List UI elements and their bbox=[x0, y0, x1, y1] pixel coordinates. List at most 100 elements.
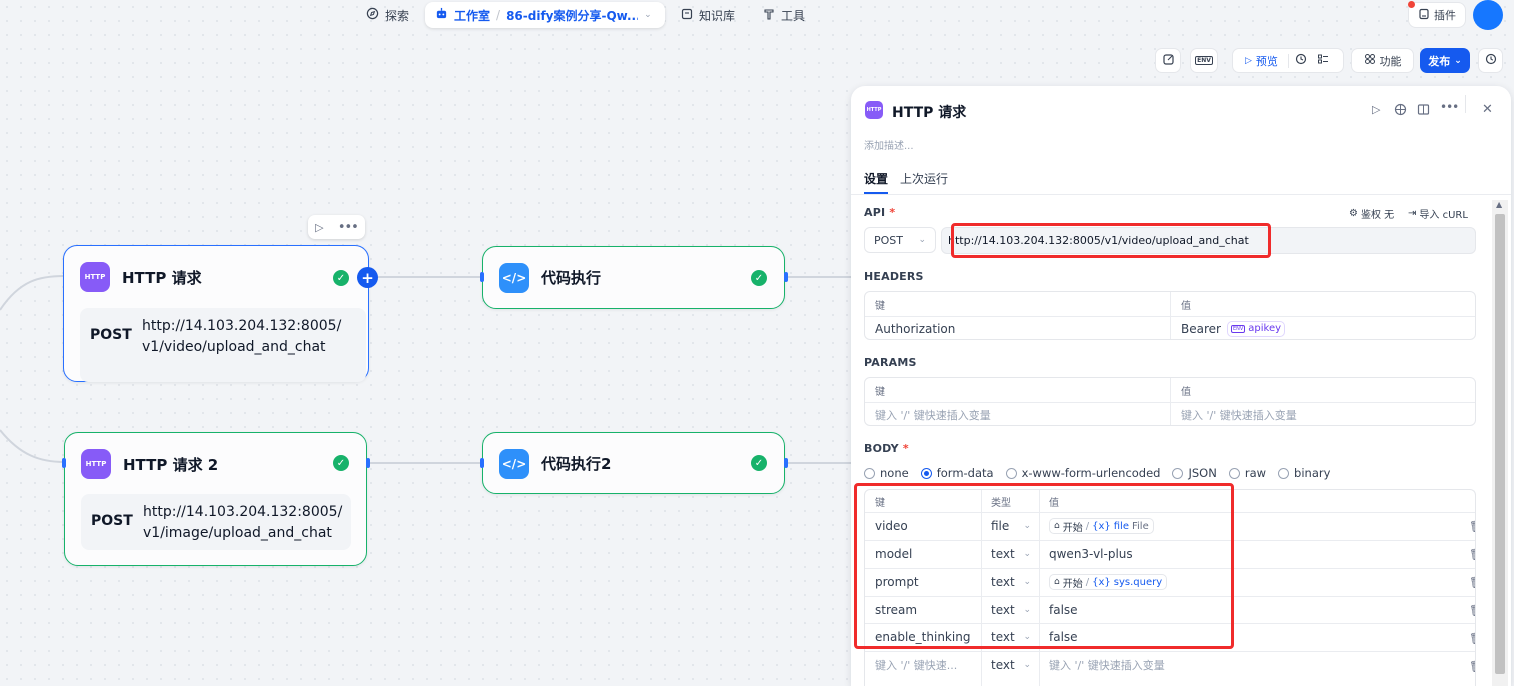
features-button[interactable]: 功能 bbox=[1351, 48, 1414, 73]
http-icon: HTTP bbox=[865, 101, 883, 119]
history-run-icon[interactable] bbox=[1295, 53, 1307, 68]
node-hover-toolbar: ▷ ••• bbox=[308, 215, 365, 239]
scroll-up-icon[interactable]: ▲ bbox=[1496, 200, 1502, 209]
grid-icon bbox=[1364, 53, 1376, 68]
radio-json[interactable]: JSON bbox=[1172, 466, 1217, 480]
tab-settings[interactable]: 设置 bbox=[864, 170, 888, 187]
node-output-handle[interactable] bbox=[784, 272, 788, 282]
success-check-icon: ✓ bbox=[333, 270, 349, 286]
node-url-box: POST http://14.103.204.132:8005/ v1/vide… bbox=[80, 308, 366, 382]
list-icon[interactable] bbox=[1317, 53, 1329, 68]
divider bbox=[1287, 53, 1289, 68]
param-key-input[interactable]: 键入 '/' 键快速插入变量 bbox=[865, 402, 1171, 425]
avatar[interactable] bbox=[1473, 0, 1503, 30]
radio-x-www-form-urlencoded[interactable]: x-www-form-urlencoded bbox=[1005, 466, 1160, 480]
trash-icon[interactable]: 🗑 bbox=[1469, 548, 1475, 561]
panel-title[interactable]: HTTP 请求 bbox=[892, 102, 966, 122]
trash-icon[interactable]: 🗑 bbox=[1469, 604, 1475, 617]
headers-table: 键 值 Authorization Bearer ENV apikey bbox=[864, 291, 1476, 340]
header-key[interactable]: Authorization bbox=[865, 316, 1171, 339]
body-type-select[interactable]: text ⌄ bbox=[981, 651, 1039, 679]
crosshair-icon[interactable] bbox=[1394, 103, 1407, 119]
highlight-box-body bbox=[854, 483, 1234, 649]
radio-none[interactable]: none bbox=[864, 466, 909, 480]
node-title: HTTP 请求 bbox=[122, 269, 202, 287]
run-node-icon[interactable]: ▷ bbox=[315, 221, 323, 234]
run-icon[interactable]: ▷ bbox=[1372, 103, 1380, 116]
node-code[interactable]: </> 代码执行 ✓ bbox=[482, 246, 785, 309]
node-input-handle[interactable] bbox=[480, 272, 484, 282]
node-url: http://14.103.204.132:8005/ v1/image/upl… bbox=[143, 504, 343, 541]
code-icon: </> bbox=[499, 263, 529, 293]
tabs-divider bbox=[851, 194, 1511, 195]
node-title: HTTP 请求 2 bbox=[123, 456, 219, 474]
api-label: API * bbox=[864, 206, 896, 219]
param-value-input[interactable]: 键入 '/' 键快速插入变量 bbox=[1171, 402, 1475, 425]
scrollbar-thumb[interactable] bbox=[1495, 214, 1505, 674]
history-icon bbox=[1485, 53, 1497, 68]
highlight-box-url bbox=[951, 223, 1271, 258]
node-title: 代码执行2 bbox=[541, 455, 612, 473]
scrollbar-track[interactable]: ▲ bbox=[1492, 200, 1508, 686]
success-check-icon: ✓ bbox=[751, 270, 767, 286]
body-label: BODY * bbox=[864, 442, 909, 455]
trash-icon[interactable]: 🗑 bbox=[1469, 632, 1475, 645]
plugin-icon bbox=[1418, 8, 1430, 23]
radio-binary[interactable]: binary bbox=[1278, 466, 1330, 480]
trash-icon[interactable]: 🗑 bbox=[1469, 660, 1475, 673]
notification-dot bbox=[1408, 1, 1415, 8]
node-http-request[interactable]: HTTP HTTP 请求 ✓ POST http://14.103.204.13… bbox=[63, 245, 369, 382]
success-check-icon: ✓ bbox=[751, 455, 767, 471]
radio-raw[interactable]: raw bbox=[1228, 466, 1266, 480]
node-url: http://14.103.204.132:8005/ v1/video/upl… bbox=[142, 318, 342, 355]
env-button[interactable]: ENV bbox=[1190, 48, 1218, 73]
add-node-icon[interactable]: + bbox=[357, 267, 378, 288]
env-icon: ENV bbox=[1230, 324, 1246, 333]
plugins-label: 插件 bbox=[1434, 9, 1456, 22]
plugins-button[interactable]: 插件 bbox=[1408, 2, 1466, 28]
column-header: 键 bbox=[875, 300, 885, 312]
close-icon[interactable]: ✕ bbox=[1482, 102, 1493, 117]
env-variable-chip: ENV apikey bbox=[1226, 320, 1286, 337]
method-select[interactable]: POST ⌄ bbox=[864, 227, 936, 253]
env-icon: ENV bbox=[1195, 56, 1213, 65]
auth-button[interactable]: ⚙ 鉴权 无 bbox=[1349, 206, 1394, 221]
divider bbox=[1465, 95, 1466, 113]
import-curl-button[interactable]: ⇥ 导入 cURL bbox=[1408, 206, 1468, 221]
node-input-handle[interactable] bbox=[62, 458, 66, 468]
version-history-button[interactable] bbox=[1478, 48, 1503, 73]
node-output-handle[interactable] bbox=[366, 458, 370, 468]
checklist-button[interactable] bbox=[1155, 48, 1181, 73]
tab-last-run[interactable]: 上次运行 bbox=[900, 170, 948, 187]
node-method: POST bbox=[91, 513, 133, 529]
import-icon: ⇥ bbox=[1408, 208, 1417, 219]
more-icon[interactable]: ••• bbox=[338, 220, 359, 235]
description-input[interactable]: 添加描述... bbox=[864, 137, 914, 152]
export-icon bbox=[1162, 53, 1175, 69]
column-header: 值 bbox=[1181, 386, 1191, 398]
headers-label: HEADERS bbox=[864, 270, 924, 283]
node-output-handle[interactable] bbox=[784, 458, 788, 468]
play-icon[interactable]: ▷ bbox=[1245, 56, 1252, 66]
chevron-down-icon: ⌄ bbox=[1454, 55, 1462, 66]
more-icon[interactable]: ••• bbox=[1440, 100, 1459, 114]
node-http-request-2[interactable]: HTTP HTTP 请求 2 ✓ POST http://14.103.204.… bbox=[64, 432, 367, 566]
node-url-box: POST http://14.103.204.132:8005/ v1/imag… bbox=[81, 494, 351, 550]
trash-icon[interactable]: 🗑 bbox=[1469, 520, 1475, 533]
success-check-icon: ✓ bbox=[333, 455, 349, 471]
preview-button[interactable]: 预览 bbox=[1256, 53, 1278, 69]
params-table: 键 值 键入 '/' 键快速插入变量 键入 '/' 键快速插入变量 bbox=[864, 377, 1476, 426]
header-value[interactable]: Bearer ENV apikey bbox=[1171, 316, 1475, 339]
radio-form-data[interactable]: form-data bbox=[920, 466, 994, 480]
node-input-handle[interactable] bbox=[480, 458, 484, 468]
node-title: 代码执行 bbox=[541, 269, 602, 287]
column-header: 值 bbox=[1181, 300, 1191, 312]
book-open-icon[interactable] bbox=[1417, 103, 1430, 119]
publish-button[interactable]: 发布 ⌄ bbox=[1420, 48, 1470, 73]
preview-group: ▷ 预览 bbox=[1232, 48, 1344, 73]
code-icon: </> bbox=[499, 449, 529, 479]
body-key-input[interactable]: 键入 '/' 键快速... bbox=[865, 651, 981, 679]
trash-icon[interactable]: 🗑 bbox=[1469, 576, 1475, 589]
node-code-2[interactable]: </> 代码执行2 ✓ bbox=[482, 432, 785, 494]
body-value-input[interactable]: 键入 '/' 键快速插入变量 bbox=[1039, 651, 1439, 679]
